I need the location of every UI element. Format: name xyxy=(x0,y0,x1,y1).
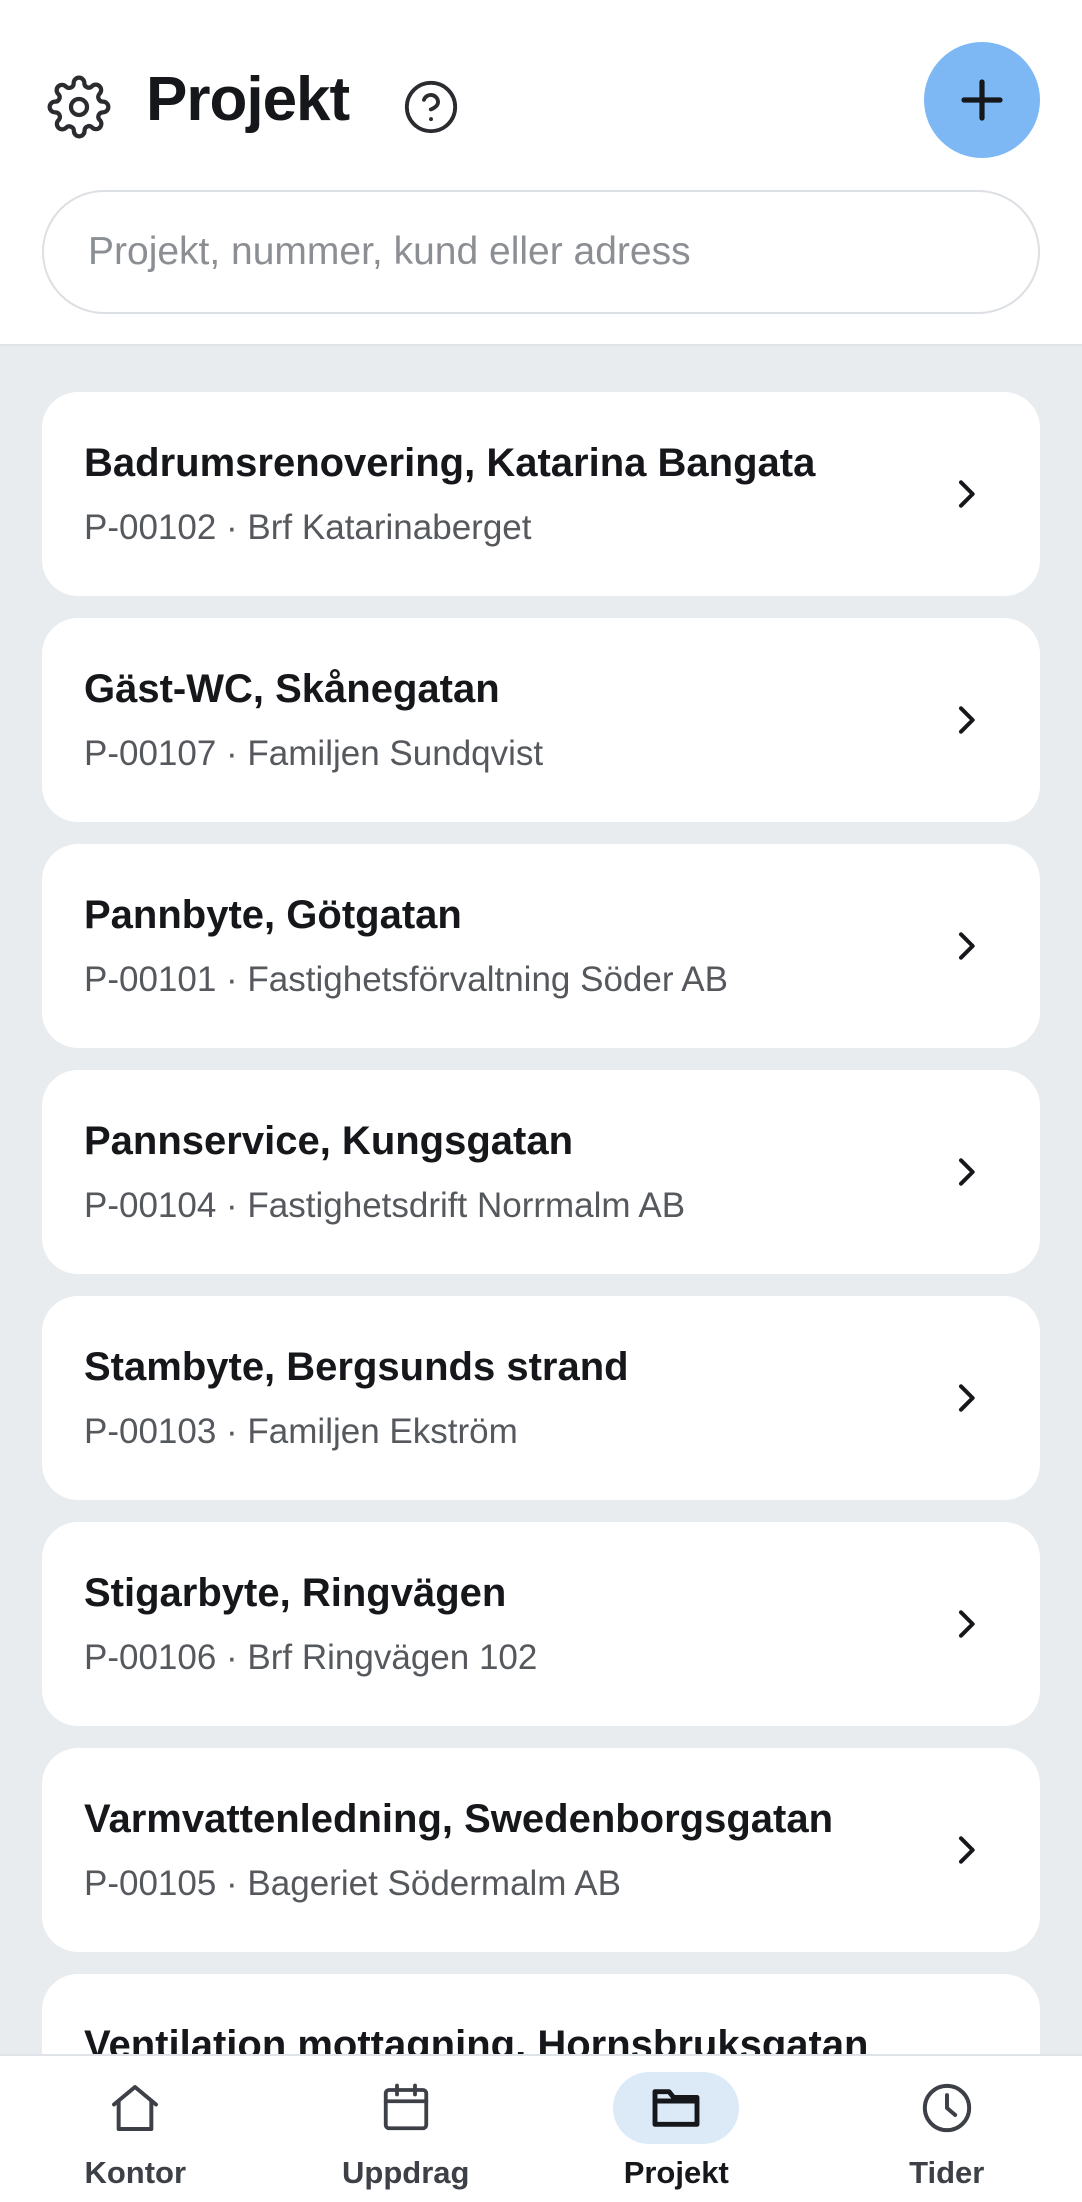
plus-icon xyxy=(961,79,1003,121)
project-subtitle: P-00103 · Familjen Ekström xyxy=(84,1412,518,1451)
nav-item-tider[interactable]: Tider xyxy=(812,2056,1082,2202)
project-card[interactable]: Stambyte, Bergsunds strand P-00103 · Fam… xyxy=(42,1296,1040,1500)
nav-label: Projekt xyxy=(623,2155,729,2190)
help-button[interactable] xyxy=(394,70,468,144)
calendar-icon xyxy=(343,2072,469,2144)
gear-icon xyxy=(47,75,111,139)
home-icon xyxy=(72,2072,198,2144)
project-card[interactable]: Gäst-WC, Skånegatan P-00107 · Familjen S… xyxy=(42,618,1040,822)
chevron-right-icon xyxy=(942,1148,990,1196)
project-title: Stigarbyte, Ringvägen xyxy=(84,1571,507,1615)
nav-label: Uppdrag xyxy=(342,2155,470,2190)
project-card[interactable]: Pannbyte, Götgatan P-00101 · Fastighetsf… xyxy=(42,844,1040,1048)
project-card[interactable]: Varmvattenledning, Swedenborgsgatan P-00… xyxy=(42,1748,1040,1952)
chevron-right-icon xyxy=(942,1826,990,1874)
nav-item-uppdrag[interactable]: Uppdrag xyxy=(271,2056,542,2202)
question-circle-icon xyxy=(404,80,458,134)
bottom-navigation: Kontor Uppdrag Projekt Tider xyxy=(0,2054,1082,2202)
project-title: Gäst-WC, Skånegatan xyxy=(84,667,500,711)
project-subtitle: P-00101 · Fastighetsförvaltning Söder AB xyxy=(84,960,728,999)
chevron-right-icon xyxy=(942,696,990,744)
chevron-right-icon xyxy=(942,1374,990,1422)
project-subtitle: P-00105 · Bageriet Södermalm AB xyxy=(84,1864,621,1903)
project-subtitle: P-00107 · Familjen Sundqvist xyxy=(84,734,544,773)
folder-icon xyxy=(613,2072,740,2144)
project-title: Varmvattenledning, Swedenborgsgatan xyxy=(84,1797,834,1841)
app: Projekt Badrumsrenovering, Katarina Bang… xyxy=(0,0,1082,2202)
chevron-right-icon xyxy=(942,1600,990,1648)
project-title: Stambyte, Bergsunds strand xyxy=(84,1345,629,1389)
project-card[interactable]: Badrumsrenovering, Katarina Bangata P-00… xyxy=(42,392,1040,596)
project-title: Pannbyte, Götgatan xyxy=(84,893,462,937)
search-field[interactable] xyxy=(42,190,1040,314)
chevron-right-icon xyxy=(942,470,990,518)
project-card[interactable]: Pannservice, Kungsgatan P-00104 · Fastig… xyxy=(42,1070,1040,1274)
header: Projekt xyxy=(0,0,1082,346)
project-title: Pannservice, Kungsgatan xyxy=(84,1119,574,1163)
nav-item-kontor[interactable]: Kontor xyxy=(0,2056,271,2202)
project-card[interactable]: Stigarbyte, Ringvägen P-00106 · Brf Ring… xyxy=(42,1522,1040,1726)
page-title: Projekt xyxy=(146,65,350,134)
project-title: Badrumsrenovering, Katarina Bangata xyxy=(84,441,816,485)
project-list: Badrumsrenovering, Katarina Bangata P-00… xyxy=(42,392,1040,2200)
search-input[interactable] xyxy=(88,230,1038,274)
project-subtitle: P-00102 · Brf Katarinaberget xyxy=(84,508,532,547)
nav-item-projekt[interactable]: Projekt xyxy=(541,2056,812,2202)
chevron-right-icon xyxy=(942,922,990,970)
project-subtitle: P-00104 · Fastighetsdrift Norrmalm AB xyxy=(84,1186,686,1225)
project-subtitle: P-00106 · Brf Ringvägen 102 xyxy=(84,1638,538,1677)
settings-button[interactable] xyxy=(42,70,116,144)
add-project-button[interactable] xyxy=(924,42,1040,158)
nav-label: Tider xyxy=(909,2155,985,2190)
clock-icon xyxy=(884,2072,1010,2144)
nav-label: Kontor xyxy=(84,2155,187,2190)
